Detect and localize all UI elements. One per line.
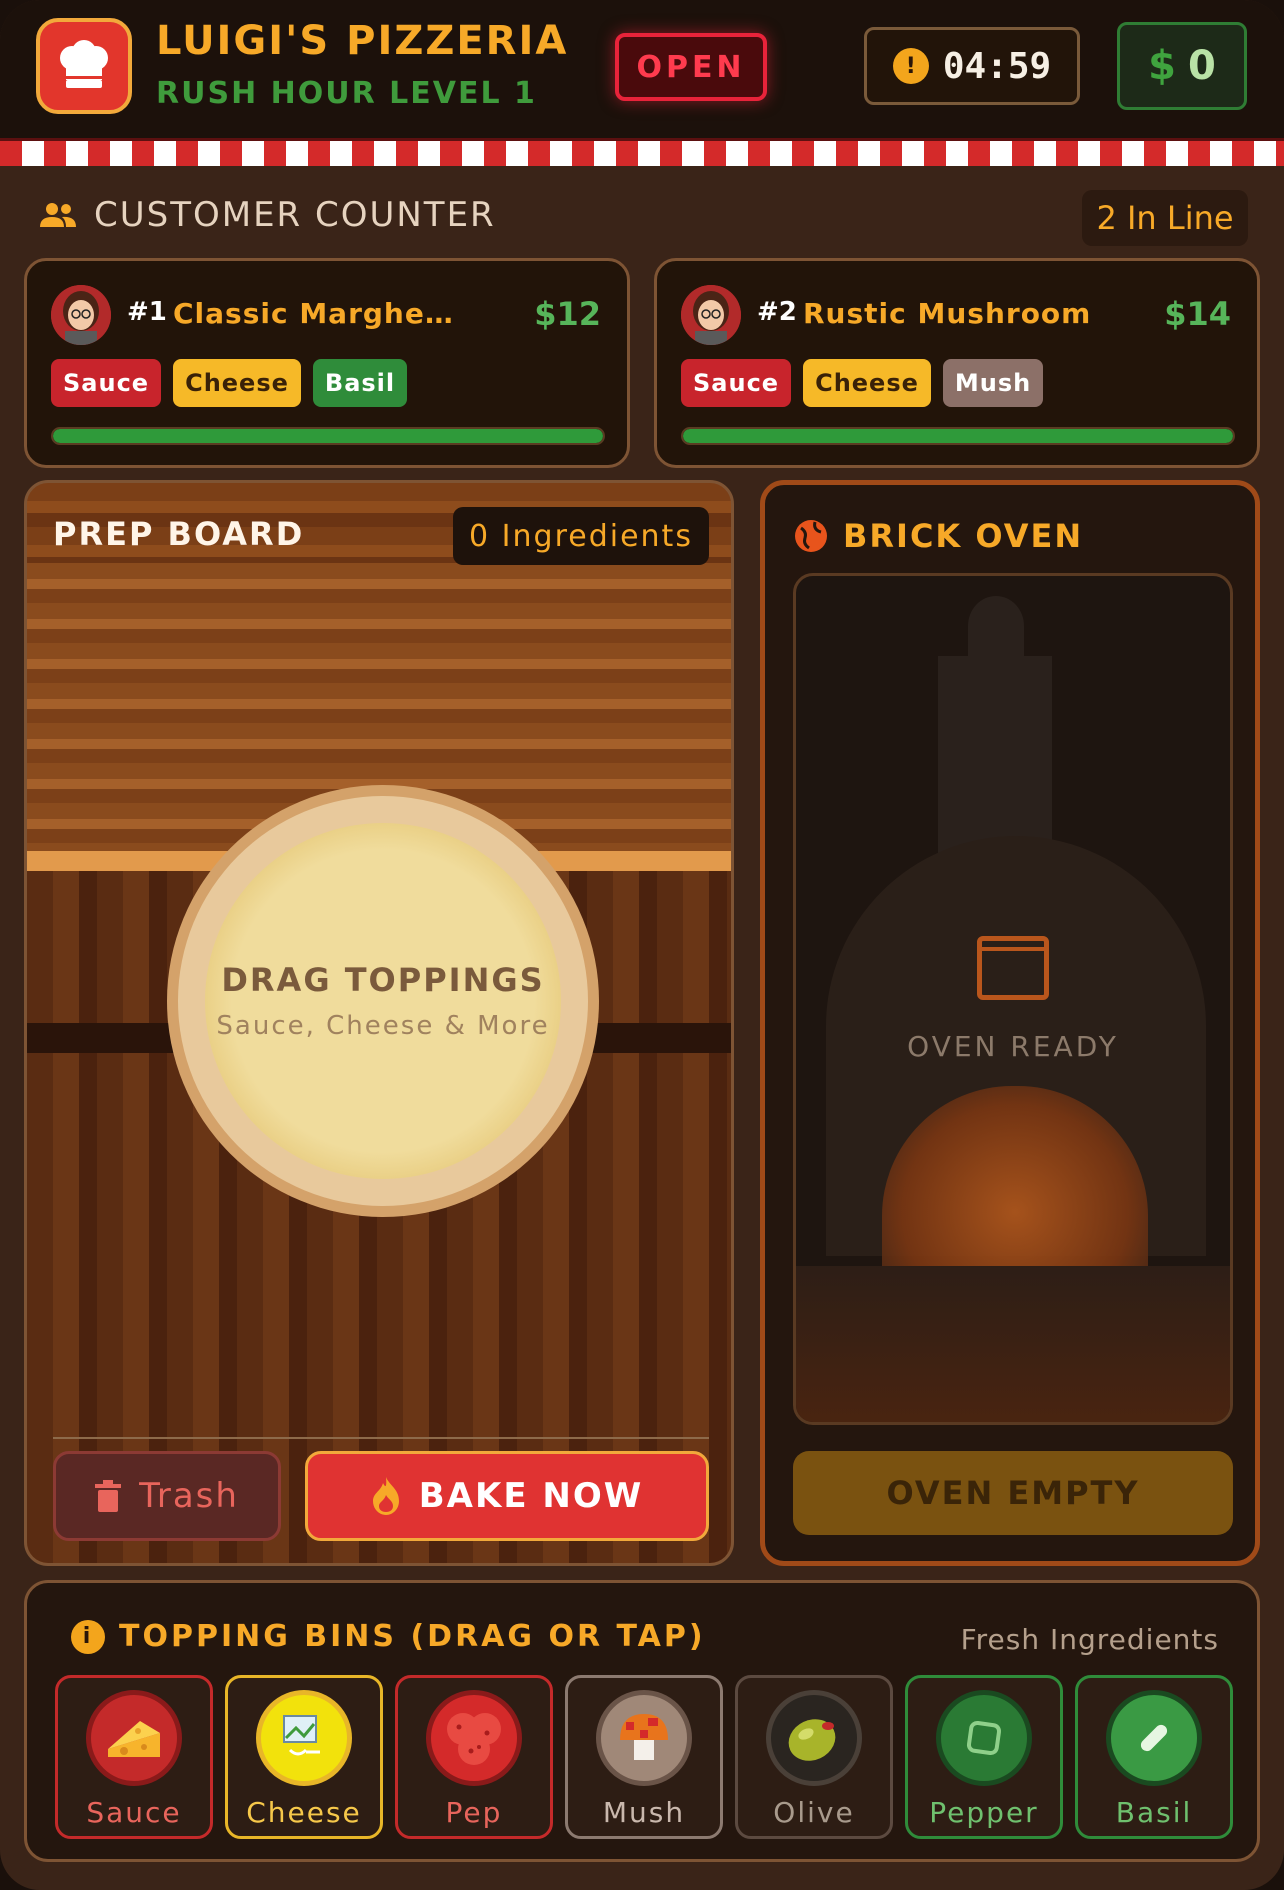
money-display: $ 0 — [1117, 22, 1247, 110]
pepper-icon — [936, 1690, 1032, 1786]
chip-cheese: Cheese — [173, 359, 301, 407]
logo — [36, 18, 132, 114]
bin-label: Sauce — [86, 1796, 182, 1829]
oven-status-label: OVEN READY — [907, 1030, 1119, 1063]
bins-note: Fresh Ingredients — [960, 1623, 1219, 1656]
bin-pepper[interactable]: Pepper — [905, 1675, 1063, 1839]
bin-label: Pep — [445, 1796, 503, 1829]
order-name: Classic Margher... — [173, 297, 463, 330]
oven-window: OVEN READY — [793, 573, 1233, 1425]
bin-pep[interactable]: Pep — [395, 1675, 553, 1839]
patience-fill — [53, 429, 603, 443]
bin-basil[interactable]: Basil — [1075, 1675, 1233, 1839]
order-name: Rustic Mushroom — [803, 297, 1092, 330]
prep-board-title: PREP BOARD — [53, 515, 305, 553]
bin-row: Sauce Cheese Pep Mush Olive Pepper Basil — [55, 1675, 1233, 1839]
chef-hat-icon — [60, 40, 108, 88]
topping-bins: i TOPPING BINS (DRAG OR TAP) Fresh Ingre… — [24, 1580, 1260, 1862]
bins-header: i TOPPING BINS (DRAG OR TAP) — [71, 1619, 706, 1654]
oven-status: OVEN READY — [796, 936, 1230, 1063]
bake-label: BAKE NOW — [418, 1476, 644, 1516]
bin-mush[interactable]: Mush — [565, 1675, 723, 1839]
timer: ! 04:59 — [864, 27, 1080, 105]
patience-fill — [683, 429, 1233, 443]
header-bar: LUIGI'S PIZZERIA RUSH HOUR LEVEL 1 OPEN … — [0, 0, 1284, 138]
basil-leaf-icon — [1106, 1690, 1202, 1786]
trash-button[interactable]: Trash — [53, 1451, 281, 1541]
trash-icon — [95, 1480, 122, 1512]
line-count-badge: 2 In Line — [1082, 190, 1248, 246]
money-value: 0 — [1188, 43, 1216, 89]
timer-value: 04:59 — [942, 45, 1052, 87]
chip-sauce: Sauce — [681, 359, 792, 407]
order-card[interactable]: #1 Classic Margher... $12 Sauce Cheese B… — [24, 258, 630, 468]
trash-label: Trash — [139, 1476, 239, 1516]
order-number: #2 — [757, 297, 797, 327]
bin-label: Mush — [602, 1796, 686, 1829]
pizza-dropzone[interactable]: DRAG TOPPINGS Sauce, Cheese & More — [167, 785, 599, 1217]
chimney-top — [968, 596, 1024, 656]
flame-icon — [372, 1477, 399, 1515]
chimney — [938, 656, 1052, 866]
bins-title: TOPPING BINS (DRAG OR TAP) — [119, 1619, 706, 1654]
oven-empty-button[interactable]: OVEN EMPTY — [793, 1451, 1233, 1535]
chip-cheese: Cheese — [803, 359, 931, 407]
pizza-dough: DRAG TOPPINGS Sauce, Cheese & More — [205, 823, 561, 1179]
topping-chips: Sauce Cheese Basil — [51, 359, 408, 407]
chip-basil: Basil — [312, 359, 408, 407]
globe-icon — [795, 520, 827, 552]
bin-label: Cheese — [246, 1796, 362, 1829]
cheese-wedge-icon — [86, 1690, 182, 1786]
drag-subhint: Sauce, Cheese & More — [216, 1011, 550, 1041]
open-sign: OPEN — [615, 33, 767, 101]
checkered-divider — [0, 138, 1284, 166]
divider — [53, 1437, 709, 1439]
patience-bar — [681, 427, 1235, 445]
info-icon: i — [71, 1619, 105, 1654]
bin-label: Olive — [773, 1796, 855, 1829]
level-label: RUSH HOUR LEVEL 1 — [156, 76, 537, 111]
ingredient-count: 0 Ingredients — [453, 507, 709, 565]
bin-label: Basil — [1115, 1796, 1193, 1829]
topping-chips: Sauce Cheese Mush — [681, 359, 1044, 407]
oven-header: BRICK OVEN — [793, 517, 1083, 555]
mushroom-icon — [596, 1690, 692, 1786]
people-icon — [40, 203, 76, 227]
dollar-icon: $ — [1148, 43, 1176, 89]
order-price: $14 — [1164, 295, 1231, 333]
chip-mush: Mush — [942, 359, 1044, 407]
customer-counter-header: CUSTOMER COUNTER — [38, 195, 496, 235]
oven-door-icon — [977, 936, 1049, 1000]
bin-label: Pepper — [929, 1796, 1039, 1829]
avatar — [51, 285, 111, 345]
patience-bar — [51, 427, 605, 445]
oven-title: BRICK OVEN — [843, 517, 1084, 555]
order-number: #1 — [127, 297, 167, 327]
drag-hint: DRAG TOPPINGS — [221, 961, 545, 999]
section-title: CUSTOMER COUNTER — [94, 195, 496, 235]
game-title: LUIGI'S PIZZERIA — [156, 18, 569, 64]
brick-oven[interactable]: BRICK OVEN OVEN READY OVEN EMPTY — [760, 480, 1260, 1566]
bin-olive[interactable]: Olive — [735, 1675, 893, 1839]
avatar — [681, 285, 741, 345]
bin-cheese[interactable]: Cheese — [225, 1675, 383, 1839]
order-card[interactable]: #2 Rustic Mushroom $14 Sauce Cheese Mush — [654, 258, 1260, 468]
order-price: $12 — [534, 295, 601, 333]
bin-sauce[interactable]: Sauce — [55, 1675, 213, 1839]
broken-image-icon — [256, 1690, 352, 1786]
prep-board[interactable]: PREP BOARD 0 Ingredients DRAG TOPPINGS S… — [24, 480, 734, 1566]
chip-sauce: Sauce — [51, 359, 162, 407]
game-frame: LUIGI'S PIZZERIA RUSH HOUR LEVEL 1 OPEN … — [0, 0, 1284, 1890]
bake-now-button[interactable]: BAKE NOW — [305, 1451, 709, 1541]
oven-base — [796, 1266, 1230, 1422]
clock-icon: ! — [892, 48, 929, 84]
pizza-plate: DRAG TOPPINGS Sauce, Cheese & More — [178, 796, 588, 1206]
olive-icon — [766, 1690, 862, 1786]
pepperoni-icon — [426, 1690, 522, 1786]
